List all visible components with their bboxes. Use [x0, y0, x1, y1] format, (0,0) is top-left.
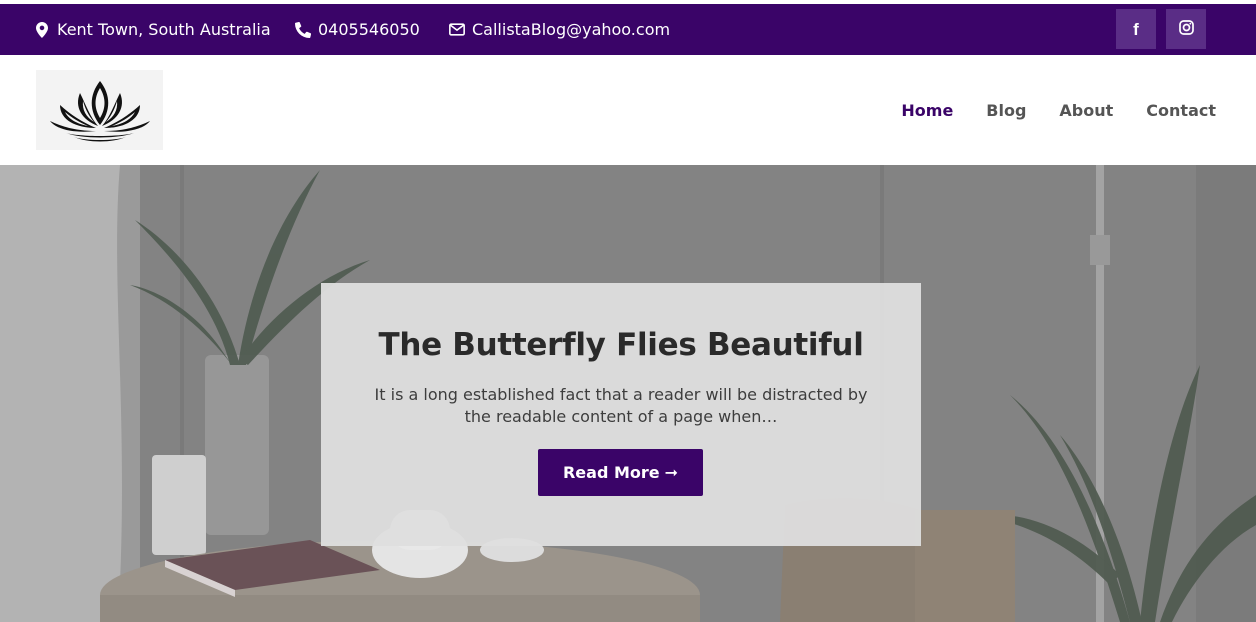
phone-info[interactable]: 0405546050: [295, 4, 420, 55]
read-more-label: Read More: [562, 463, 660, 482]
phone-icon: [295, 21, 311, 38]
read-more-button[interactable]: Read More ➞: [538, 449, 703, 496]
nav-home[interactable]: Home: [901, 101, 953, 120]
envelope-icon: [449, 22, 465, 38]
email-info[interactable]: CallistaBlog@yahoo.com: [449, 4, 670, 55]
email-text: CallistaBlog@yahoo.com: [472, 20, 671, 39]
main-nav: Home Blog About Contact: [868, 55, 1216, 165]
lotus-logo[interactable]: [36, 70, 163, 150]
nav-about[interactable]: About: [1059, 101, 1113, 120]
location-text: Kent Town, South Australia: [57, 20, 271, 39]
phone-text: 0405546050: [318, 20, 420, 39]
nav-contact[interactable]: Contact: [1146, 101, 1216, 120]
map-pin-icon: [34, 21, 50, 38]
contact-bar: Kent Town, South Australia 0405546050 Ca…: [0, 4, 1256, 55]
nav-blog[interactable]: Blog: [986, 101, 1026, 120]
post-title[interactable]: The Butterfly Flies Beautiful: [321, 327, 921, 363]
location-info: Kent Town, South Australia: [34, 4, 271, 55]
facebook-icon: f: [1133, 19, 1139, 39]
facebook-button[interactable]: f: [1116, 9, 1156, 49]
arrow-right-icon: ➞: [664, 463, 679, 482]
hero-slider: The Butterfly Flies Beautiful It is a lo…: [0, 165, 1256, 622]
post-excerpt: It is a long established fact that a rea…: [374, 385, 868, 426]
instagram-icon: [1178, 19, 1194, 39]
featured-post-card: The Butterfly Flies Beautiful It is a lo…: [321, 283, 921, 546]
site-header: Home Blog About Contact: [0, 55, 1256, 165]
instagram-button[interactable]: [1166, 9, 1206, 49]
